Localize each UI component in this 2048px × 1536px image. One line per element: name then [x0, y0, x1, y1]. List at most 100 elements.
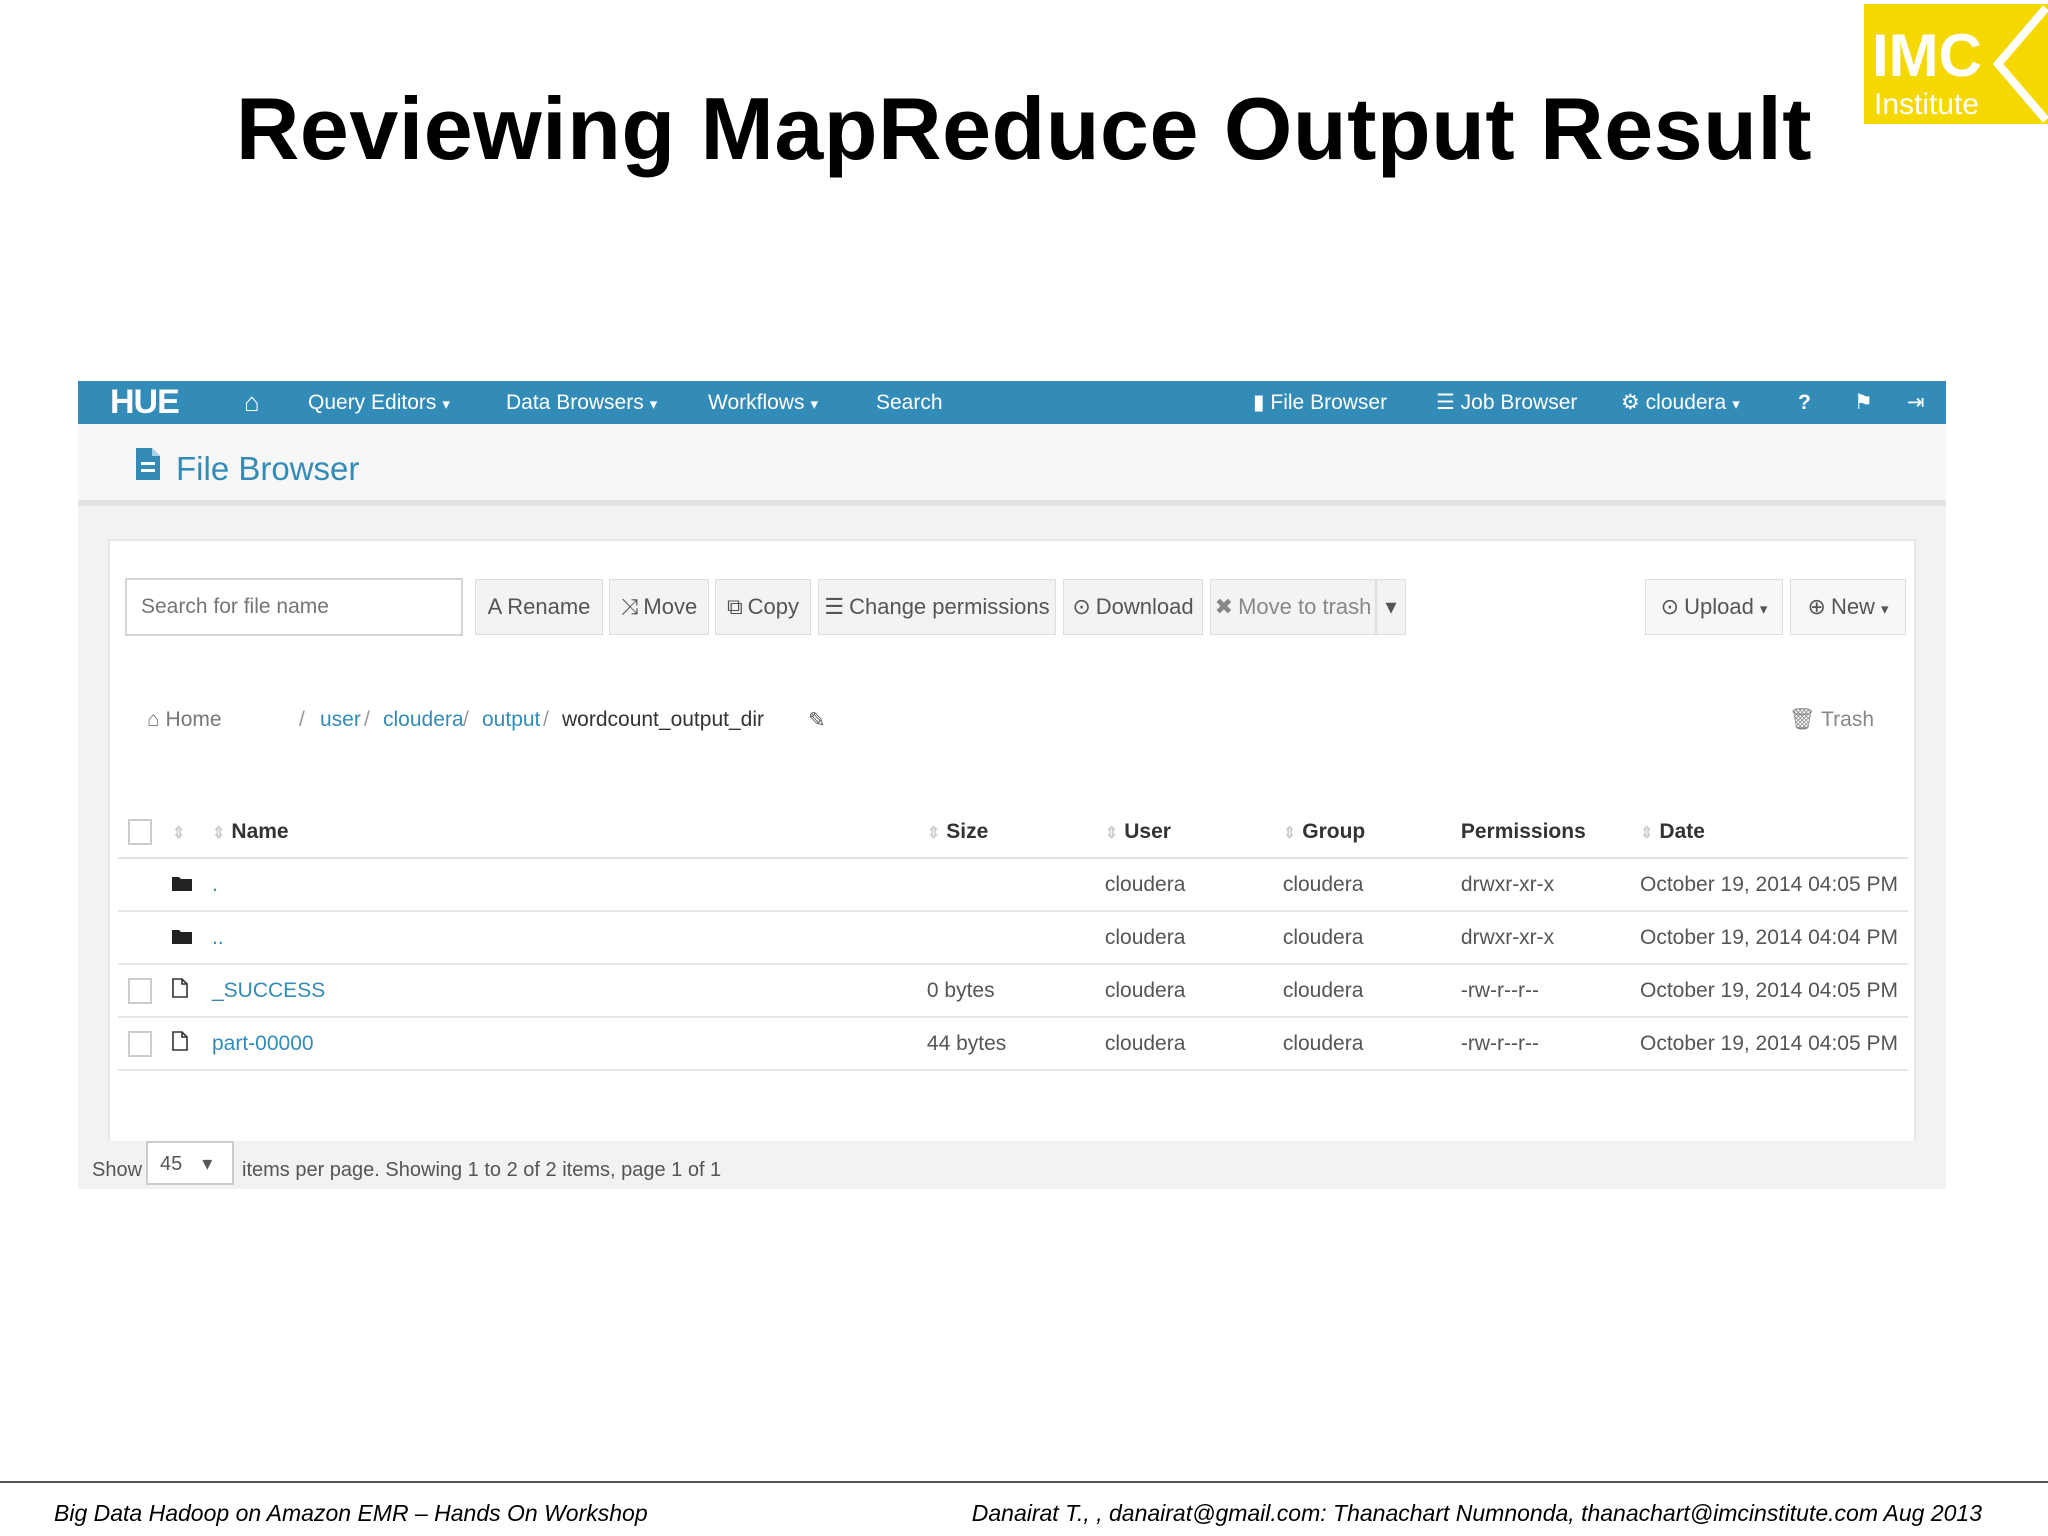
row-checkbox[interactable] — [128, 1030, 152, 1057]
file-date: October 19, 2014 04:05 PM — [1630, 858, 1908, 912]
nav-query-editors[interactable]: Query Editors ▾ — [308, 381, 450, 424]
page-title-label: File Browser — [176, 450, 360, 487]
pencil-icon[interactable]: ✎ — [808, 708, 826, 733]
upload-button[interactable]: ⊙ Upload ▾ — [1645, 579, 1783, 635]
breadcrumb-home[interactable]: ⌂ Home — [147, 708, 222, 732]
hue-screenshot: HUE ⌂ Query Editors ▾ Data Browsers ▾ Work… — [78, 381, 1946, 1189]
logo-chevron-icon — [1992, 5, 2048, 123]
copy-label: Copy — [747, 594, 800, 619]
sort-icon: ⇕ — [926, 824, 941, 842]
chevron-down-icon: ▾ — [810, 396, 818, 413]
slide: Reviewing MapReduce Output Result IMC In… — [0, 0, 2048, 1536]
logo-text-institute: Institute — [1874, 88, 1980, 121]
column-header-permissions: Permissions — [1450, 806, 1630, 859]
list-icon: ☰ — [824, 594, 845, 619]
breadcrumb-separator: / — [463, 708, 469, 731]
table-row[interactable]: . cloudera cloudera drwxr-xr-x October 1… — [118, 858, 1908, 912]
breadcrumb-output[interactable]: output — [482, 708, 540, 732]
table-row[interactable]: .. cloudera cloudera drwxr-xr-x October … — [118, 911, 1908, 965]
gear-icon: ⚙ — [1621, 391, 1646, 414]
breadcrumb-separator: / — [543, 708, 549, 731]
items-per-page-select[interactable]: 45 ▾ — [146, 1141, 234, 1185]
file-user: cloudera — [1094, 911, 1273, 965]
page-title: File Browser — [136, 448, 359, 488]
trash-icon: 🗑 — [1788, 708, 1822, 731]
move-to-trash-label: Move to trash — [1238, 594, 1372, 619]
flag-icon[interactable]: ⚑ — [1854, 381, 1873, 424]
new-button[interactable]: ⊕ New ▾ — [1790, 579, 1906, 635]
font-icon: A — [487, 594, 503, 619]
row-select-cell — [118, 858, 162, 912]
chevron-down-icon: ▾ — [442, 396, 450, 413]
column-header-group[interactable]: ⇕ Group — [1272, 806, 1451, 859]
move-to-trash-button[interactable]: ✖ Move to trash — [1210, 579, 1376, 635]
pagination-show-label: Show — [92, 1159, 143, 1181]
nav-job-browser[interactable]: ☰ Job Browser — [1436, 381, 1577, 424]
column-date-label: Date — [1659, 819, 1705, 843]
footer-left-text: Big Data Hadoop on Amazon EMR – Hands On… — [54, 1500, 648, 1526]
download-icon: ⊙ — [1072, 594, 1091, 619]
chevron-down-icon: ▾ — [649, 396, 658, 413]
nav-file-browser-label: File Browser — [1270, 391, 1388, 414]
file-icon — [162, 964, 202, 1018]
nav-workflows[interactable]: Workflows ▾ — [708, 381, 818, 424]
nav-search[interactable]: Search — [876, 381, 943, 424]
upload-label: Upload — [1684, 594, 1754, 619]
file-name[interactable]: _SUCCESS — [202, 964, 917, 1018]
breadcrumb-cloudera[interactable]: cloudera — [383, 708, 464, 732]
select-all-checkbox[interactable] — [128, 818, 152, 845]
table-row[interactable]: _SUCCESS 0 bytes cloudera cloudera -rw-r… — [118, 964, 1908, 1018]
copy-icon: ⧉ — [726, 594, 743, 619]
move-button[interactable]: ⤨ Move — [609, 579, 709, 635]
breadcrumb-current: wordcount_output_dir — [562, 708, 764, 731]
nav-user-menu[interactable]: ⚙ cloudera ▾ — [1621, 381, 1740, 424]
nav-user-label: cloudera — [1645, 391, 1727, 414]
file-name[interactable]: part-00000 — [202, 1017, 917, 1071]
column-header-date[interactable]: ⇕ Date — [1630, 806, 1908, 859]
sort-icon: ⇕ — [1282, 824, 1297, 842]
column-header-name[interactable]: ⇕ Name — [202, 806, 917, 859]
file-user: cloudera — [1094, 858, 1273, 912]
row-select-cell — [118, 911, 162, 965]
breadcrumb-user[interactable]: user — [320, 708, 361, 732]
nav-data-browsers[interactable]: Data Browsers ▾ — [506, 381, 657, 424]
type-sort-header[interactable]: ⇕ — [162, 806, 202, 859]
rename-button[interactable]: A Rename — [475, 579, 603, 635]
footer-divider — [0, 1481, 2048, 1483]
top-navbar: HUE ⌂ Query Editors ▾ Data Browsers ▾ Work… — [78, 381, 1946, 424]
trash-dropdown-toggle[interactable]: ▾ — [1376, 579, 1406, 635]
file-table: ⇕ ⇕ Name ⇕ Size ⇕ User ⇕ Group Permissions ⇕… — [118, 806, 1908, 1071]
nav-file-browser[interactable]: ▮ File Browser — [1253, 381, 1387, 424]
column-header-user[interactable]: ⇕ User — [1094, 806, 1273, 859]
download-button[interactable]: ⊙ Download — [1063, 579, 1203, 635]
chevron-down-icon: ▾ — [1732, 396, 1740, 413]
footer-right-text: Danairat T., , danairat@gmail.com: Thana… — [971, 1500, 1982, 1526]
file-name[interactable]: .. — [202, 911, 917, 965]
search-input[interactable] — [125, 578, 463, 636]
file-permissions: -rw-r--r-- — [1450, 964, 1630, 1018]
trash-link[interactable]: 🗑 Trash — [1789, 708, 1874, 732]
row-checkbox[interactable] — [128, 977, 152, 1004]
file-browser-header: File Browser — [78, 424, 1946, 506]
file-group: cloudera — [1272, 1017, 1451, 1071]
sort-icon: ⇕ — [172, 824, 186, 842]
file-size: 0 bytes — [916, 964, 1095, 1018]
file-permissions: -rw-r--r-- — [1450, 1017, 1630, 1071]
file-group: cloudera — [1272, 858, 1451, 912]
home-icon[interactable]: ⌂ — [244, 381, 260, 424]
logout-icon[interactable]: ⇥ — [1907, 381, 1925, 424]
hue-logo[interactable]: HUE — [110, 381, 180, 424]
help-icon[interactable]: ? — [1798, 381, 1811, 424]
file-icon: ▮ — [1253, 391, 1271, 414]
copy-button[interactable]: ⧉ Copy — [715, 579, 811, 635]
file-name[interactable]: . — [202, 858, 917, 912]
nav-job-browser-label: Job Browser — [1460, 391, 1578, 414]
column-header-size[interactable]: ⇕ Size — [916, 806, 1095, 859]
download-label: Download — [1095, 594, 1194, 619]
rename-label: Rename — [507, 594, 591, 619]
file-group: cloudera — [1272, 964, 1451, 1018]
table-row[interactable]: part-00000 44 bytes cloudera cloudera -r… — [118, 1017, 1908, 1071]
column-group-label: Group — [1302, 819, 1366, 843]
file-date: October 19, 2014 04:05 PM — [1630, 1017, 1908, 1071]
change-permissions-button[interactable]: ☰ Change permissions — [818, 579, 1056, 635]
